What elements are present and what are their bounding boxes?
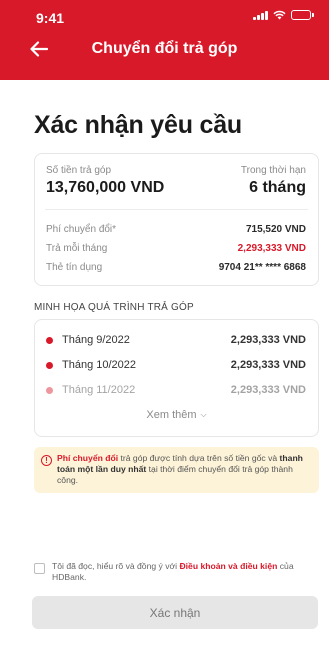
notice-text-part1: trả góp được tính dựa trên số tiền gốc v… [118, 453, 280, 463]
terms-link[interactable]: Điều khoản và điều kiện [179, 561, 277, 571]
notice-bold-fee: Phí chuyển đổi [57, 453, 119, 463]
plan-amount: 2,293,333 VND [230, 359, 306, 371]
plan-section-title: MINH HỌA QUÁ TRÌNH TRẢ GÓP [34, 302, 194, 313]
plan-amount: 2,293,333 VND [230, 334, 306, 346]
agreement-prefix: Tôi đã đọc, hiểu rõ và đồng ý với [52, 561, 180, 571]
bullet-dot-icon [46, 362, 53, 369]
terms-checkbox[interactable] [34, 563, 45, 574]
plan-row: Tháng 11/2022 2,293,333 VND [45, 382, 306, 400]
header-title: Chuyển đổi trả góp [91, 40, 238, 57]
plan-amount: 2,293,333 VND [230, 384, 306, 396]
see-more-label: Xem thêm [146, 409, 197, 421]
terms-agreement: Tôi đã đọc, hiểu rõ và đồng ý với Điều k… [34, 561, 319, 585]
notice-text: Phí chuyển đổi trả góp được tính dựa trê… [57, 453, 309, 486]
term-value: 6 tháng [249, 179, 306, 196]
monthly-payment-value: 2,293,333 VND [237, 243, 306, 254]
chevron-down-icon: ⌵ [200, 410, 207, 419]
divider [45, 209, 308, 210]
agreement-text: Tôi đã đọc, hiểu rõ và đồng ý với Điều k… [52, 561, 319, 583]
info-icon: ! [41, 455, 52, 466]
status-icons [253, 10, 314, 20]
term-label: Trong thời hạn [240, 165, 306, 176]
wifi-icon [273, 10, 286, 20]
page-title: Xác nhận yêu cầu [34, 111, 242, 139]
conversion-fee-label: Phí chuyển đổi* [46, 224, 117, 235]
summary-card: Số tiền trả góp 13,760,000 VND Trong thờ… [34, 153, 319, 286]
battery-icon [291, 10, 314, 20]
conversion-fee-value: 715,520 VND [245, 224, 306, 235]
plan-row: Tháng 10/2022 2,293,333 VND [45, 357, 306, 375]
bullet-dot-icon [46, 387, 53, 394]
plan-month: Tháng 9/2022 [62, 334, 130, 346]
plan-month: Tháng 10/2022 [62, 359, 137, 371]
status-time: 9:41 [36, 10, 65, 26]
app-header: 9:41 Chuyển đổi trả góp [0, 0, 329, 80]
fee-notice: ! Phí chuyển đổi trả góp được tính dựa t… [34, 447, 319, 493]
monthly-payment-label: Trả mỗi tháng [46, 243, 108, 254]
credit-card-label: Thẻ tín dụng [46, 262, 103, 273]
amount-value: 13,760,000 VND [46, 179, 165, 196]
see-more-button[interactable]: Xem thêm ⌵ [35, 409, 318, 421]
plan-month: Tháng 11/2022 [62, 384, 136, 396]
status-bar: 9:41 [0, 0, 329, 30]
plan-card: Tháng 9/2022 2,293,333 VND Tháng 10/2022… [34, 319, 319, 437]
confirm-button[interactable]: Xác nhận [32, 596, 318, 629]
amount-label: Số tiền trả góp [46, 165, 112, 176]
plan-row: Tháng 9/2022 2,293,333 VND [45, 332, 306, 350]
credit-card-value: 9704 21** **** 6868 [218, 262, 306, 273]
bullet-dot-icon [46, 337, 53, 344]
signal-icon [253, 10, 268, 20]
